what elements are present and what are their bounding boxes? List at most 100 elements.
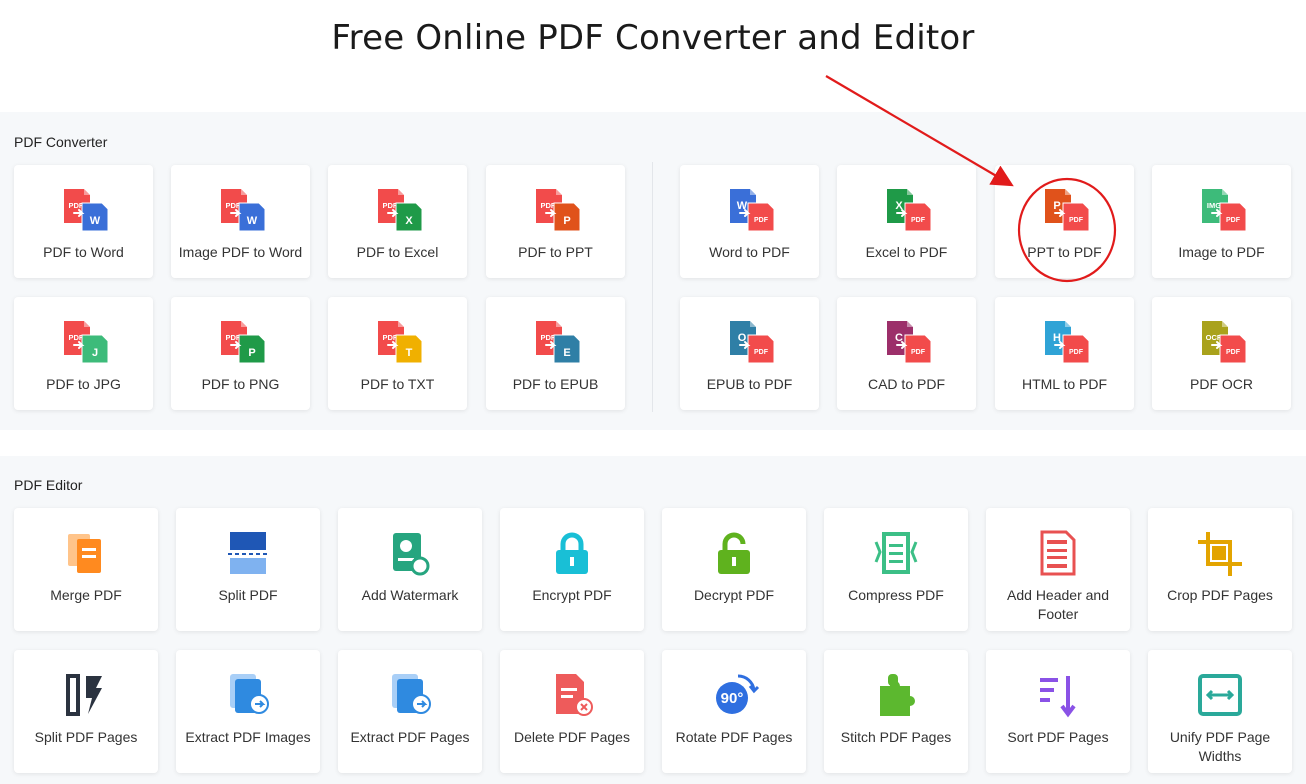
- rotate-pages-icon: 90°: [708, 672, 760, 718]
- pdf-ocr-icon: OCR PDF: [1196, 319, 1248, 365]
- editor-card-label: Add Header and Footer: [1007, 587, 1109, 622]
- sort-pages-icon: [1032, 672, 1084, 718]
- editor-card-label: Rotate PDF Pages: [675, 729, 793, 745]
- word-to-pdf-icon: W PDF: [724, 187, 776, 233]
- section-divider: [652, 162, 653, 412]
- editor-card-extract-images[interactable]: Extract PDF Images: [176, 650, 320, 773]
- section-label-converter: PDF Converter: [14, 134, 108, 150]
- converter-card-pdf-to-txt[interactable]: PDF T PDF to TXT: [328, 297, 467, 410]
- editor-card-label: Stitch PDF Pages: [840, 729, 952, 745]
- svg-text:P: P: [563, 215, 570, 227]
- converter-card-pdf-to-jpg[interactable]: PDF J PDF to JPG: [14, 297, 153, 410]
- html-to-pdf-icon: H PDF: [1039, 319, 1091, 365]
- converter-card-label: HTML to PDF: [1021, 376, 1108, 392]
- converter-card-label: PDF to PNG: [201, 376, 280, 392]
- page-title: Free Online PDF Converter and Editor: [331, 18, 975, 58]
- converter-card-label: PDF to PPT: [518, 244, 593, 260]
- converter-card-pdf-to-ppt[interactable]: PDF P PDF to PPT: [486, 165, 625, 278]
- pdf-to-jpg-icon: PDF J: [58, 319, 110, 365]
- cad-to-pdf-icon: C PDF: [881, 319, 933, 365]
- crop-pdf-icon: [1194, 530, 1246, 576]
- pdf-to-excel-icon: PDF X: [372, 187, 424, 233]
- editor-card-delete-pages[interactable]: Delete PDF Pages: [500, 650, 644, 773]
- editor-card-decrypt-pdf[interactable]: Decrypt PDF: [662, 508, 806, 631]
- converter-card-word-to-pdf[interactable]: W PDF Word to PDF: [680, 165, 819, 278]
- svg-text:E: E: [563, 347, 570, 359]
- editor-card-label: Crop PDF Pages: [1167, 587, 1273, 603]
- editor-card-label: Split PDF Pages: [34, 729, 138, 745]
- converter-card-excel-to-pdf[interactable]: X PDF Excel to PDF: [837, 165, 976, 278]
- converter-card-image-to-pdf[interactable]: IMG PDF Image to PDF: [1152, 165, 1291, 278]
- editor-card-add-watermark[interactable]: Add Watermark: [338, 508, 482, 631]
- converter-card-label: Image to PDF: [1178, 244, 1265, 260]
- converter-card-label: EPUB to PDF: [706, 376, 793, 392]
- converter-card-epub-to-pdf[interactable]: O PDF EPUB to PDF: [680, 297, 819, 410]
- converter-card-pdf-to-excel[interactable]: PDF X PDF to Excel: [328, 165, 467, 278]
- editor-card-unify-widths[interactable]: Unify PDF Page Widths: [1148, 650, 1292, 773]
- svg-text:90°: 90°: [721, 690, 744, 707]
- svg-text:J: J: [91, 347, 97, 359]
- editor-card-split-pdf-pages[interactable]: Split PDF Pages: [14, 650, 158, 773]
- editor-card-split-pdf[interactable]: Split PDF: [176, 508, 320, 631]
- extract-pages-icon: [384, 672, 436, 718]
- svg-text:W: W: [89, 215, 100, 227]
- converter-card-html-to-pdf[interactable]: H PDF HTML to PDF: [995, 297, 1134, 410]
- editor-card-label: Split PDF: [218, 587, 278, 603]
- pdf-to-ppt-icon: PDF P: [530, 187, 582, 233]
- editor-card-label: Add Watermark: [361, 587, 459, 603]
- section-label-editor: PDF Editor: [14, 477, 83, 493]
- converter-card-label: PDF to EPUB: [512, 376, 599, 392]
- editor-card-label: Decrypt PDF: [693, 587, 775, 603]
- add-watermark-icon: [384, 530, 436, 576]
- editor-card-encrypt-pdf[interactable]: Encrypt PDF: [500, 508, 644, 631]
- editor-card-stitch-pages[interactable]: Stitch PDF Pages: [824, 650, 968, 773]
- image-pdf-to-word-icon: PDF W: [215, 187, 267, 233]
- svg-text:PDF: PDF: [911, 349, 926, 356]
- svg-text:P: P: [248, 347, 255, 359]
- decrypt-pdf-icon: [708, 530, 760, 576]
- converter-card-label: Excel to PDF: [865, 244, 948, 260]
- editor-card-label: Encrypt PDF: [532, 587, 612, 603]
- converter-card-pdf-ocr[interactable]: OCR PDF PDF OCR: [1152, 297, 1291, 410]
- converter-card-label: PDF to TXT: [360, 376, 435, 392]
- converter-card-pdf-to-epub[interactable]: PDF E PDF to EPUB: [486, 297, 625, 410]
- header-footer-icon: [1032, 530, 1084, 576]
- excel-to-pdf-icon: X PDF: [881, 187, 933, 233]
- merge-pdf-icon: [60, 530, 112, 576]
- svg-text:W: W: [246, 215, 257, 227]
- editor-card-sort-pages[interactable]: Sort PDF Pages: [986, 650, 1130, 773]
- svg-text:PDF: PDF: [754, 217, 769, 224]
- converter-card-label: CAD to PDF: [867, 376, 945, 392]
- editor-card-label: Compress PDF: [848, 587, 944, 603]
- converter-card-pdf-to-png[interactable]: PDF P PDF to PNG: [171, 297, 310, 410]
- svg-text:PDF: PDF: [1226, 349, 1241, 356]
- converter-card-label: PDF to Excel: [356, 244, 439, 260]
- converter-card-label: PPT to PDF: [1027, 244, 1102, 260]
- pdf-to-word-icon: PDF W: [58, 187, 110, 233]
- svg-text:PDF: PDF: [1226, 217, 1241, 224]
- editor-card-header-footer[interactable]: Add Header and Footer: [986, 508, 1130, 631]
- editor-card-compress-pdf[interactable]: Compress PDF: [824, 508, 968, 631]
- editor-card-extract-pages[interactable]: Extract PDF Pages: [338, 650, 482, 773]
- svg-text:T: T: [405, 347, 412, 359]
- image-to-pdf-icon: IMG PDF: [1196, 187, 1248, 233]
- converter-card-label: Image PDF to Word: [178, 244, 303, 260]
- split-pdf-icon: [222, 530, 274, 576]
- extract-images-icon: [222, 672, 274, 718]
- converter-card-label: PDF to JPG: [46, 376, 121, 392]
- editor-card-merge-pdf[interactable]: Merge PDF: [14, 508, 158, 631]
- converter-card-ppt-to-pdf[interactable]: P PDF PPT to PDF: [995, 165, 1134, 278]
- converter-card-label: Word to PDF: [709, 244, 790, 260]
- delete-pages-icon: [546, 672, 598, 718]
- editor-card-label: Sort PDF Pages: [1007, 729, 1109, 745]
- editor-card-rotate-pages[interactable]: 90° Rotate PDF Pages: [662, 650, 806, 773]
- svg-text:PDF: PDF: [754, 349, 769, 356]
- editor-card-label: Extract PDF Images: [185, 729, 311, 745]
- pdf-converter-section: PDF Converter PDF W PDF to Word PDF W Im…: [0, 112, 1306, 430]
- converter-card-pdf-to-word[interactable]: PDF W PDF to Word: [14, 165, 153, 278]
- svg-text:X: X: [405, 215, 413, 227]
- converter-card-image-pdf-to-word[interactable]: PDF W Image PDF to Word: [171, 165, 310, 278]
- editor-card-crop-pdf[interactable]: Crop PDF Pages: [1148, 508, 1292, 631]
- converter-card-label: PDF OCR: [1190, 376, 1253, 392]
- converter-card-cad-to-pdf[interactable]: C PDF CAD to PDF: [837, 297, 976, 410]
